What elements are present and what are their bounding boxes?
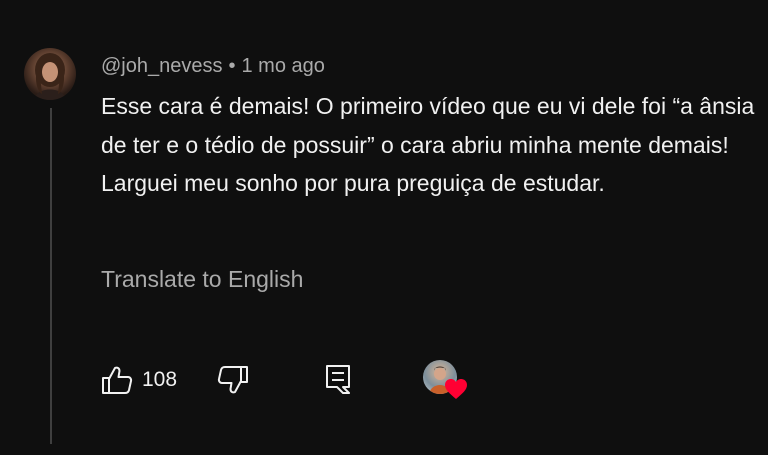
comment-icon bbox=[326, 365, 350, 394]
dislike-button[interactable] bbox=[217, 364, 249, 396]
comment-timestamp[interactable]: 1 mo ago bbox=[242, 55, 325, 77]
creator-heart-badge[interactable] bbox=[423, 360, 469, 402]
author-handle[interactable]: @joh_nevess bbox=[101, 55, 222, 77]
meta-separator: • bbox=[228, 55, 236, 77]
comment-meta: @joh_nevess • 1 mo ago bbox=[101, 54, 325, 78]
comment-text: Esse cara é demais! O primeiro vídeo que… bbox=[101, 93, 755, 196]
thumbs-down-icon bbox=[217, 366, 248, 394]
thread-line bbox=[50, 108, 52, 444]
like-button[interactable] bbox=[101, 364, 133, 396]
comment-actions: 108 bbox=[101, 360, 481, 400]
translate-button[interactable]: Translate to English bbox=[101, 265, 303, 293]
heart-icon bbox=[445, 379, 467, 399]
like-count: 108 bbox=[142, 368, 178, 391]
author-avatar[interactable] bbox=[24, 48, 76, 100]
thumbs-up-icon bbox=[102, 366, 133, 394]
reply-button[interactable] bbox=[323, 363, 353, 395]
